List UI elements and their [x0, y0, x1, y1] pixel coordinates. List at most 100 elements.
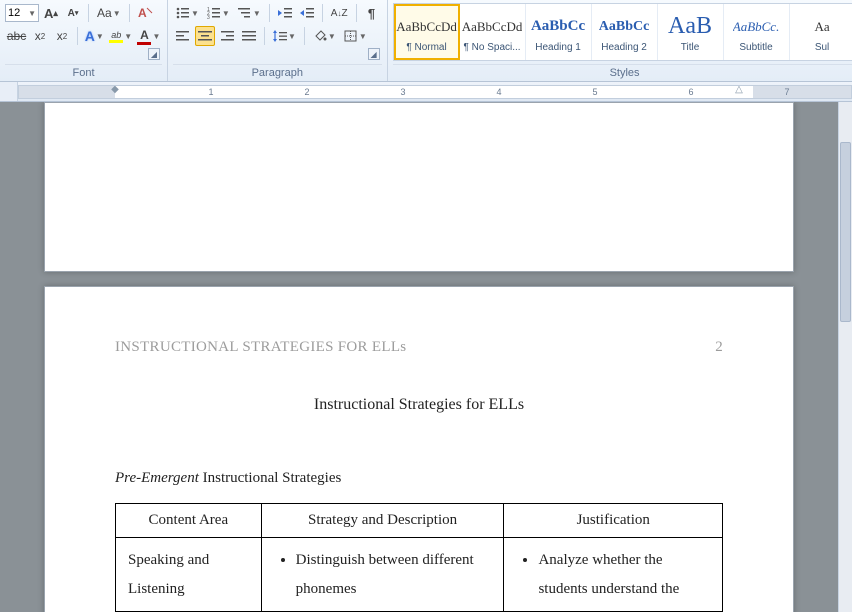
borders-icon	[344, 30, 358, 42]
style-item[interactable]: AaBbCcDd¶ No Spaci...	[460, 4, 526, 60]
align-center-icon	[198, 30, 212, 42]
align-right-button[interactable]	[217, 26, 237, 46]
line-spacing-button[interactable]: ▼	[270, 26, 299, 46]
font-group: 12 ▼ A▴ A▾ Aa▼ A abc x2 x2 A▼	[0, 0, 168, 81]
paint-bucket-icon	[313, 30, 327, 42]
style-preview: AaBbCc	[599, 12, 650, 42]
running-head: INSTRUCTIONAL STRATEGIES FOR ELLs 2	[115, 339, 723, 356]
scrollbar-thumb[interactable]	[840, 142, 851, 322]
document-title: Instructional Strategies for ELLs	[115, 396, 723, 414]
styles-gallery[interactable]: AaBbCcDd¶ NormalAaBbCcDd¶ No Spaci...AaB…	[393, 3, 852, 61]
justification-item: Analyze whether the students understand …	[538, 546, 710, 603]
page-2[interactable]: INSTRUCTIONAL STRATEGIES FOR ELLs 2 Inst…	[44, 286, 794, 612]
bullets-icon	[176, 7, 190, 19]
justify-icon	[242, 30, 256, 42]
styles-group-label: Styles	[393, 64, 852, 79]
decrease-indent-button[interactable]	[275, 3, 295, 23]
style-item[interactable]: AaBbCcHeading 2	[592, 4, 658, 60]
multilevel-icon	[238, 7, 252, 19]
style-item[interactable]: AaBbCcHeading 1	[526, 4, 592, 60]
style-name: ¶ Normal	[397, 42, 457, 53]
col-justification: Justification	[504, 504, 723, 538]
ruler-track: ◆ △ 1234567	[18, 85, 852, 99]
section-heading: Pre-Emergent Instructional Strategies	[115, 470, 723, 487]
style-preview: AaBbCcDd	[396, 12, 457, 42]
table-row: Speaking and Listening Distinguish betwe…	[116, 538, 723, 612]
increase-indent-button[interactable]	[297, 3, 317, 23]
vertical-scrollbar[interactable]	[838, 102, 852, 612]
strikethrough-button[interactable]: abc	[5, 26, 28, 46]
style-item[interactable]: AaBTitle	[658, 4, 724, 60]
paragraph-dialog-launcher[interactable]: ◢	[368, 48, 380, 60]
style-name: Sul	[791, 42, 852, 53]
style-item[interactable]: AaBbCc.Subtitle	[724, 4, 790, 60]
style-preview: AaBbCcDd	[462, 12, 523, 42]
style-name: Heading 2	[593, 42, 656, 53]
style-preview: AaBbCc	[531, 12, 585, 42]
superscript-button[interactable]: x2	[52, 26, 72, 46]
horizontal-ruler[interactable]: ◆ △ 1234567	[0, 82, 852, 102]
style-name: Subtitle	[725, 42, 788, 53]
numbering-icon: 123	[207, 7, 221, 19]
font-size-input[interactable]: 12 ▼	[5, 4, 39, 22]
ruler-number: 7	[784, 87, 789, 97]
change-case-button[interactable]: Aa▼	[94, 3, 124, 23]
decrease-indent-icon	[278, 7, 292, 19]
strategies-table: Content Area Strategy and Description Ju…	[115, 503, 723, 612]
running-head-text: INSTRUCTIONAL STRATEGIES FOR ELLs	[115, 339, 406, 356]
page-previous-bottom	[44, 102, 794, 272]
clear-formatting-button[interactable]: A	[135, 3, 157, 23]
ruler-number: 2	[304, 87, 309, 97]
font-color-button[interactable]: A ▼	[136, 26, 162, 46]
ribbon: 12 ▼ A▴ A▾ Aa▼ A abc x2 x2 A▼	[0, 0, 852, 82]
style-name: Title	[659, 42, 722, 53]
table-header-row: Content Area Strategy and Description Ju…	[116, 504, 723, 538]
strategy-item: Distinguish between different phonemes	[296, 546, 492, 603]
align-left-icon	[176, 30, 190, 42]
ruler-number: 1	[208, 87, 213, 97]
ruler-number: 5	[592, 87, 597, 97]
cell-justification: Analyze whether the students understand …	[504, 538, 723, 612]
ruler-number: 4	[496, 87, 501, 97]
subscript-button[interactable]: x2	[30, 26, 50, 46]
cell-content-area: Speaking and Listening	[116, 538, 262, 612]
style-preview: Aa	[814, 12, 829, 42]
sort-button[interactable]: A↓Z	[328, 3, 351, 23]
svg-text:3: 3	[207, 15, 210, 19]
shading-button[interactable]: ▼	[310, 26, 339, 46]
ruler-number: 3	[400, 87, 405, 97]
text-effects-button[interactable]: A▼	[83, 26, 106, 46]
align-left-button[interactable]	[173, 26, 193, 46]
numbering-button[interactable]: 123▼	[204, 3, 233, 23]
indent-marker-icon[interactable]: ◆	[111, 85, 119, 95]
font-group-label: Font	[5, 64, 162, 79]
multilevel-list-button[interactable]: ▼	[235, 3, 264, 23]
col-content-area: Content Area	[116, 504, 262, 538]
borders-button[interactable]: ▼	[341, 26, 370, 46]
document-area: INSTRUCTIONAL STRATEGIES FOR ELLs 2 Inst…	[0, 102, 838, 612]
style-name: ¶ No Spaci...	[461, 42, 524, 53]
style-preview: AaBbCc.	[733, 12, 780, 42]
line-spacing-icon	[273, 30, 287, 42]
ruler-corner	[0, 82, 18, 101]
section-heading-rest: Instructional Strategies	[199, 470, 341, 486]
paragraph-group-label: Paragraph	[173, 64, 382, 79]
shrink-font-button[interactable]: A▾	[63, 3, 83, 23]
svg-text:A: A	[138, 6, 147, 20]
right-indent-marker-icon[interactable]: △	[735, 85, 743, 95]
workspace: ◆ △ 1234567 INSTRUCTIONAL STRATEGIES FOR…	[0, 82, 852, 612]
styles-group: AaBbCcDd¶ NormalAaBbCcDd¶ No Spaci...AaB…	[388, 0, 852, 81]
font-dialog-launcher[interactable]: ◢	[148, 48, 160, 60]
highlight-color-button[interactable]: ab ▼	[108, 26, 134, 46]
grow-font-button[interactable]: A▴	[41, 3, 61, 23]
font-size-value: 12	[8, 7, 20, 19]
style-name: Heading 1	[527, 42, 590, 53]
chevron-down-icon: ▼	[28, 9, 36, 18]
show-hide-button[interactable]: ¶	[362, 3, 382, 23]
justify-button[interactable]	[239, 26, 259, 46]
style-item[interactable]: AaSul	[790, 4, 852, 60]
style-item[interactable]: AaBbCcDd¶ Normal	[394, 4, 460, 60]
align-right-icon	[220, 30, 234, 42]
bullets-button[interactable]: ▼	[173, 3, 202, 23]
align-center-button[interactable]	[195, 26, 215, 46]
